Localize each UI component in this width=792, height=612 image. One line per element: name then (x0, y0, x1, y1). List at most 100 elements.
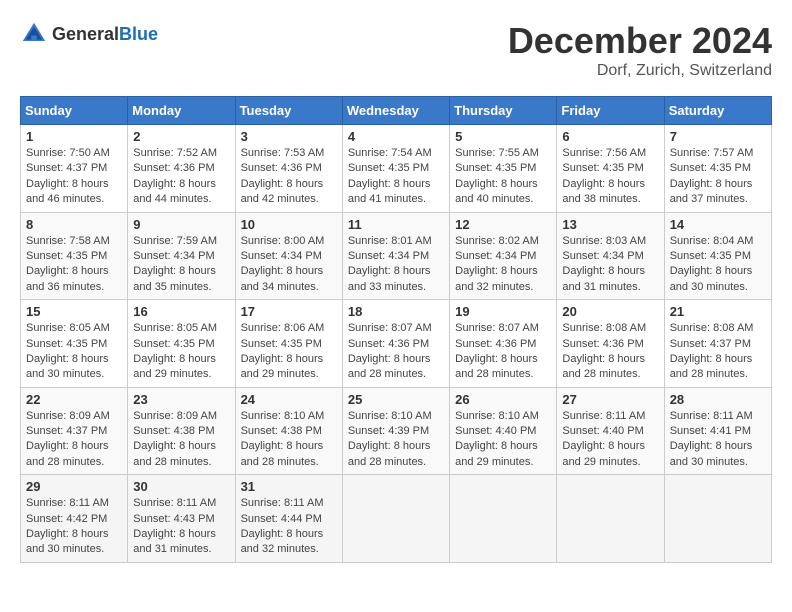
day-number: 30 (133, 479, 229, 494)
day-number: 14 (670, 217, 766, 232)
day-detail: Sunrise: 8:05 AM Sunset: 4:35 PM Dayligh… (26, 321, 122, 383)
calendar-cell-3-3: 17 Sunrise: 8:06 AM Sunset: 4:35 PM Dayl… (235, 300, 342, 388)
header-sunday: Sunday (21, 97, 128, 125)
day-number: 19 (455, 304, 551, 319)
header-tuesday: Tuesday (235, 97, 342, 125)
calendar-cell-3-6: 20 Sunrise: 8:08 AM Sunset: 4:36 PM Dayl… (557, 300, 664, 388)
calendar-cell-3-2: 16 Sunrise: 8:05 AM Sunset: 4:35 PM Dayl… (128, 300, 235, 388)
day-number: 11 (348, 217, 444, 232)
calendar-cell-3-7: 21 Sunrise: 8:08 AM Sunset: 4:37 PM Dayl… (664, 300, 771, 388)
day-number: 24 (241, 392, 337, 407)
day-number: 6 (562, 129, 658, 144)
day-detail: Sunrise: 7:56 AM Sunset: 4:35 PM Dayligh… (562, 146, 658, 208)
day-detail: Sunrise: 8:02 AM Sunset: 4:34 PM Dayligh… (455, 234, 551, 296)
week-row-1: 1 Sunrise: 7:50 AM Sunset: 4:37 PM Dayli… (21, 125, 772, 213)
day-number: 1 (26, 129, 122, 144)
calendar-cell-3-4: 18 Sunrise: 8:07 AM Sunset: 4:36 PM Dayl… (342, 300, 449, 388)
calendar-cell-5-6 (557, 475, 664, 563)
day-detail: Sunrise: 8:10 AM Sunset: 4:38 PM Dayligh… (241, 409, 337, 471)
day-number: 23 (133, 392, 229, 407)
day-number: 7 (670, 129, 766, 144)
header-thursday: Thursday (450, 97, 557, 125)
day-detail: Sunrise: 8:11 AM Sunset: 4:41 PM Dayligh… (670, 409, 766, 471)
calendar-cell-5-4 (342, 475, 449, 563)
day-detail: Sunrise: 8:11 AM Sunset: 4:43 PM Dayligh… (133, 496, 229, 558)
day-number: 15 (26, 304, 122, 319)
day-number: 12 (455, 217, 551, 232)
day-number: 18 (348, 304, 444, 319)
day-number: 31 (241, 479, 337, 494)
day-detail: Sunrise: 8:04 AM Sunset: 4:35 PM Dayligh… (670, 234, 766, 296)
calendar-cell-2-1: 8 Sunrise: 7:58 AM Sunset: 4:35 PM Dayli… (21, 212, 128, 300)
day-number: 13 (562, 217, 658, 232)
calendar-cell-2-6: 13 Sunrise: 8:03 AM Sunset: 4:34 PM Dayl… (557, 212, 664, 300)
day-detail: Sunrise: 8:07 AM Sunset: 4:36 PM Dayligh… (455, 321, 551, 383)
day-number: 8 (26, 217, 122, 232)
calendar-cell-4-4: 25 Sunrise: 8:10 AM Sunset: 4:39 PM Dayl… (342, 387, 449, 475)
logo: General Blue (20, 20, 158, 48)
calendar-cell-4-6: 27 Sunrise: 8:11 AM Sunset: 4:40 PM Dayl… (557, 387, 664, 475)
day-number: 29 (26, 479, 122, 494)
location: Dorf, Zurich, Switzerland (508, 62, 772, 80)
day-detail: Sunrise: 7:50 AM Sunset: 4:37 PM Dayligh… (26, 146, 122, 208)
day-detail: Sunrise: 8:00 AM Sunset: 4:34 PM Dayligh… (241, 234, 337, 296)
week-row-3: 15 Sunrise: 8:05 AM Sunset: 4:35 PM Dayl… (21, 300, 772, 388)
calendar-cell-1-4: 4 Sunrise: 7:54 AM Sunset: 4:35 PM Dayli… (342, 125, 449, 213)
calendar-cell-3-1: 15 Sunrise: 8:05 AM Sunset: 4:35 PM Dayl… (21, 300, 128, 388)
logo-general: General (52, 24, 119, 45)
day-detail: Sunrise: 8:10 AM Sunset: 4:40 PM Dayligh… (455, 409, 551, 471)
calendar-cell-1-6: 6 Sunrise: 7:56 AM Sunset: 4:35 PM Dayli… (557, 125, 664, 213)
calendar-cell-2-3: 10 Sunrise: 8:00 AM Sunset: 4:34 PM Dayl… (235, 212, 342, 300)
day-number: 25 (348, 392, 444, 407)
day-number: 21 (670, 304, 766, 319)
day-number: 9 (133, 217, 229, 232)
day-detail: Sunrise: 8:09 AM Sunset: 4:38 PM Dayligh… (133, 409, 229, 471)
calendar-cell-5-1: 29 Sunrise: 8:11 AM Sunset: 4:42 PM Dayl… (21, 475, 128, 563)
day-detail: Sunrise: 7:55 AM Sunset: 4:35 PM Dayligh… (455, 146, 551, 208)
day-detail: Sunrise: 8:03 AM Sunset: 4:34 PM Dayligh… (562, 234, 658, 296)
day-number: 20 (562, 304, 658, 319)
day-detail: Sunrise: 8:08 AM Sunset: 4:37 PM Dayligh… (670, 321, 766, 383)
calendar-cell-5-2: 30 Sunrise: 8:11 AM Sunset: 4:43 PM Dayl… (128, 475, 235, 563)
calendar-cell-3-5: 19 Sunrise: 8:07 AM Sunset: 4:36 PM Dayl… (450, 300, 557, 388)
logo-text: General Blue (52, 24, 158, 45)
month-year: December 2024 (508, 20, 772, 62)
calendar-cell-2-2: 9 Sunrise: 7:59 AM Sunset: 4:34 PM Dayli… (128, 212, 235, 300)
calendar-cell-4-3: 24 Sunrise: 8:10 AM Sunset: 4:38 PM Dayl… (235, 387, 342, 475)
day-detail: Sunrise: 8:08 AM Sunset: 4:36 PM Dayligh… (562, 321, 658, 383)
day-number: 3 (241, 129, 337, 144)
weekday-header-row: SundayMondayTuesdayWednesdayThursdayFrid… (21, 97, 772, 125)
day-detail: Sunrise: 7:54 AM Sunset: 4:35 PM Dayligh… (348, 146, 444, 208)
day-detail: Sunrise: 8:11 AM Sunset: 4:44 PM Dayligh… (241, 496, 337, 558)
day-detail: Sunrise: 8:06 AM Sunset: 4:35 PM Dayligh… (241, 321, 337, 383)
calendar-cell-5-3: 31 Sunrise: 8:11 AM Sunset: 4:44 PM Dayl… (235, 475, 342, 563)
calendar-cell-1-1: 1 Sunrise: 7:50 AM Sunset: 4:37 PM Dayli… (21, 125, 128, 213)
calendar-cell-2-5: 12 Sunrise: 8:02 AM Sunset: 4:34 PM Dayl… (450, 212, 557, 300)
week-row-4: 22 Sunrise: 8:09 AM Sunset: 4:37 PM Dayl… (21, 387, 772, 475)
calendar-cell-4-1: 22 Sunrise: 8:09 AM Sunset: 4:37 PM Dayl… (21, 387, 128, 475)
calendar-cell-1-7: 7 Sunrise: 7:57 AM Sunset: 4:35 PM Dayli… (664, 125, 771, 213)
day-detail: Sunrise: 8:09 AM Sunset: 4:37 PM Dayligh… (26, 409, 122, 471)
week-row-2: 8 Sunrise: 7:58 AM Sunset: 4:35 PM Dayli… (21, 212, 772, 300)
day-number: 27 (562, 392, 658, 407)
day-number: 28 (670, 392, 766, 407)
day-detail: Sunrise: 7:52 AM Sunset: 4:36 PM Dayligh… (133, 146, 229, 208)
day-detail: Sunrise: 8:01 AM Sunset: 4:34 PM Dayligh… (348, 234, 444, 296)
day-detail: Sunrise: 8:10 AM Sunset: 4:39 PM Dayligh… (348, 409, 444, 471)
day-number: 5 (455, 129, 551, 144)
day-number: 16 (133, 304, 229, 319)
header-monday: Monday (128, 97, 235, 125)
day-detail: Sunrise: 8:07 AM Sunset: 4:36 PM Dayligh… (348, 321, 444, 383)
header-wednesday: Wednesday (342, 97, 449, 125)
day-detail: Sunrise: 7:53 AM Sunset: 4:36 PM Dayligh… (241, 146, 337, 208)
calendar-cell-4-2: 23 Sunrise: 8:09 AM Sunset: 4:38 PM Dayl… (128, 387, 235, 475)
day-number: 17 (241, 304, 337, 319)
day-number: 4 (348, 129, 444, 144)
day-number: 2 (133, 129, 229, 144)
day-detail: Sunrise: 8:05 AM Sunset: 4:35 PM Dayligh… (133, 321, 229, 383)
header-saturday: Saturday (664, 97, 771, 125)
calendar-cell-4-7: 28 Sunrise: 8:11 AM Sunset: 4:41 PM Dayl… (664, 387, 771, 475)
week-row-5: 29 Sunrise: 8:11 AM Sunset: 4:42 PM Dayl… (21, 475, 772, 563)
logo-icon (20, 20, 48, 48)
header-friday: Friday (557, 97, 664, 125)
